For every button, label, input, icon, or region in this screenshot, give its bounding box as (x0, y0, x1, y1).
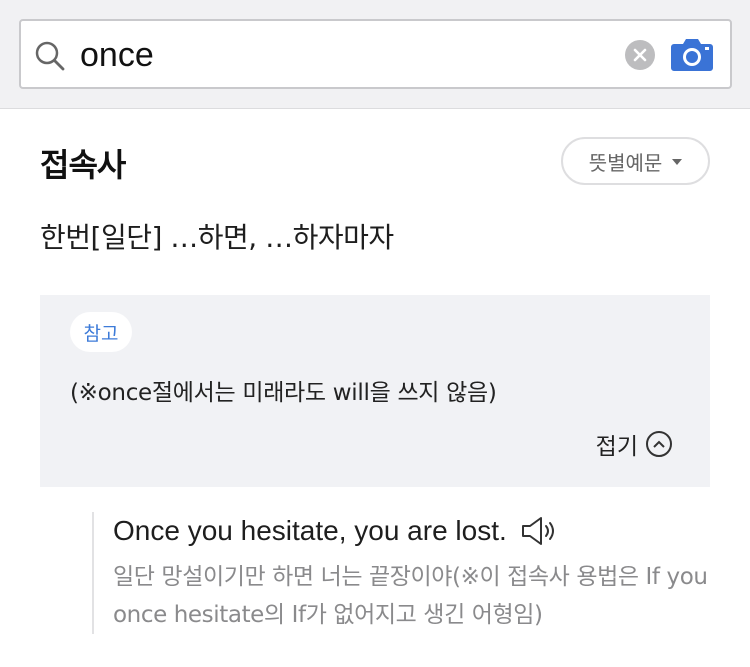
part-of-speech-title: 접속사 (40, 140, 126, 186)
example-korean: 일단 망설이기만 하면 너는 끝장이야(※이 접속사 용법은 If you on… (113, 564, 708, 628)
note-badge: 참고 (70, 312, 132, 352)
part-of-speech-heading: 접속사 (40, 140, 126, 186)
definition-text: 한번[일단] …하면, …하자마자 (40, 221, 394, 254)
example-english: Once you hesitate, you are lost. (113, 515, 507, 546)
meaning-examples-dropdown[interactable]: 뜻별예문 (561, 137, 710, 185)
example-sentence: Once you hesitate, you are lost. 일단 망설이기… (92, 512, 712, 634)
chevron-up-icon (646, 431, 672, 457)
search-input[interactable] (80, 33, 610, 77)
speaker-icon[interactable] (521, 516, 559, 546)
note-text: (※once절에서는 미래라도 will을 쓰지 않음) (70, 380, 497, 406)
note-panel: 참고 (※once절에서는 미래라도 will을 쓰지 않음) 접기 (40, 295, 710, 487)
clear-icon[interactable] (625, 40, 655, 70)
search-header (0, 0, 750, 109)
example-english-row: Once you hesitate, you are lost. (113, 512, 712, 550)
search-icon (35, 41, 65, 71)
dropdown-label: 뜻별예문 (588, 150, 663, 175)
part-of-speech-label: 접속사 (40, 146, 126, 184)
caret-down-icon (672, 159, 683, 165)
search-box[interactable] (19, 19, 732, 89)
collapse-label: 접기 (595, 434, 638, 460)
camera-icon[interactable] (670, 36, 714, 72)
collapse-button[interactable]: 접기 (596, 427, 672, 461)
